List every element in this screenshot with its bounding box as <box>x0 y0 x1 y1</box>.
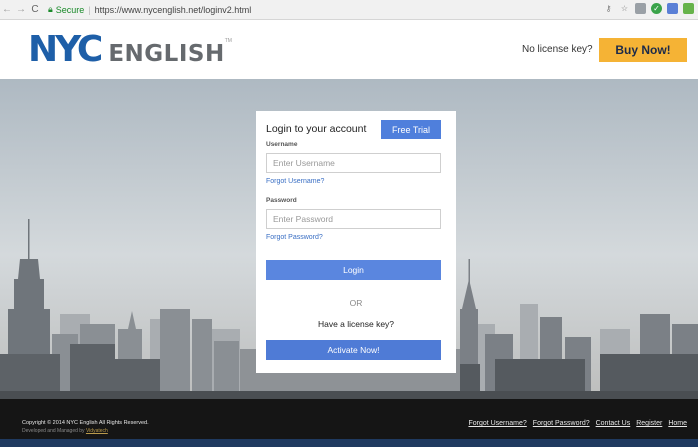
site-footer: Copyright © 2014 NYC English All Rights … <box>0 399 698 439</box>
extension-icon-1[interactable] <box>635 3 646 14</box>
or-divider: OR <box>349 298 363 308</box>
reload-icon[interactable]: C <box>28 4 42 15</box>
vidyatech-link[interactable]: Vidyatech <box>86 428 108 434</box>
window-bottom-edge <box>0 439 698 447</box>
username-label: Username <box>266 141 298 148</box>
logo-nyc-text: NYC <box>28 29 103 70</box>
footer-register-link[interactable]: Register <box>636 420 662 427</box>
login-title: Login to your account <box>266 123 367 135</box>
logo-english-text: ENGLISH <box>108 41 225 67</box>
footer-home-link[interactable]: Home <box>668 420 687 427</box>
managed-by-prefix: Developed and Managed by <box>22 428 85 434</box>
extension-check-icon[interactable]: ✓ <box>651 3 662 14</box>
username-input[interactable]: Enter Username <box>266 153 441 173</box>
star-icon[interactable]: ☆ <box>619 3 630 14</box>
url-text[interactable]: https://www.nycenglish.net/loginv2.html <box>95 5 252 15</box>
url-separator: | <box>88 4 91 15</box>
managed-by-text: Developed and Managed by Vidyatech <box>22 428 108 434</box>
footer-contact-us-link[interactable]: Contact Us <box>596 420 631 427</box>
key-icon[interactable]: ⚷ <box>603 3 614 14</box>
free-trial-button[interactable]: Free Trial <box>381 120 441 139</box>
have-license-text: Have a license key? <box>317 319 395 329</box>
lock-icon: 🔒︎ <box>48 4 53 14</box>
no-license-text: No license key? <box>522 44 593 55</box>
footer-links: Forgot Username? Forgot Password? Contac… <box>468 420 687 427</box>
logo-trademark: TM <box>224 38 232 44</box>
extension-icon-2[interactable] <box>667 3 678 14</box>
footer-forgot-username-link[interactable]: Forgot Username? <box>468 420 526 427</box>
activate-now-button[interactable]: Activate Now! <box>266 340 441 360</box>
forgot-password-link[interactable]: Forgot Password? <box>266 234 323 241</box>
site-header: NYC ENGLISH TM No license key? Buy Now! <box>0 20 698 79</box>
browser-toolbar: ← → C 🔒︎ Secure | https://www.nycenglish… <box>0 0 698 20</box>
login-button[interactable]: Login <box>266 260 441 280</box>
address-bar[interactable]: 🔒︎ Secure | https://www.nycenglish.net/l… <box>48 3 251 17</box>
extension-icon-3[interactable] <box>683 3 694 14</box>
password-input[interactable]: Enter Password <box>266 209 441 229</box>
password-label: Password <box>266 197 297 204</box>
extension-icons: ⚷ ☆ ✓ <box>603 3 694 14</box>
secure-label: Secure <box>55 4 85 15</box>
forgot-username-link[interactable]: Forgot Username? <box>266 178 324 185</box>
forward-arrow-icon[interactable]: → <box>14 4 28 15</box>
site-logo[interactable]: NYC ENGLISH TM <box>28 32 232 68</box>
footer-forgot-password-link[interactable]: Forgot Password? <box>533 420 590 427</box>
buy-now-button[interactable]: Buy Now! <box>599 38 687 62</box>
login-card: Login to your account Free Trial Usernam… <box>256 111 456 373</box>
copyright-text: Copyright © 2014 NYC English All Rights … <box>22 420 149 426</box>
back-arrow-icon[interactable]: ← <box>0 4 14 15</box>
